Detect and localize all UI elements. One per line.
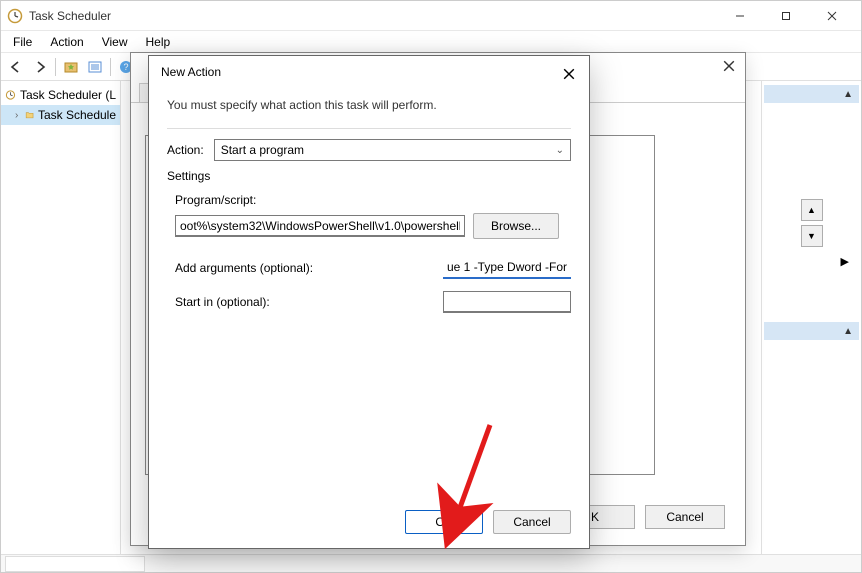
menu-file[interactable]: File: [5, 33, 40, 51]
play-icon: ▶: [841, 255, 849, 268]
tree-library[interactable]: › Task Schedule: [1, 105, 120, 125]
close-icon: [827, 11, 837, 21]
window-title: Task Scheduler: [29, 9, 717, 23]
folder-star-icon: [63, 59, 79, 75]
action-label: Action:: [167, 143, 204, 157]
close-icon: [563, 68, 575, 80]
program-input[interactable]: [175, 215, 465, 237]
chevron-down-icon: ⌄: [556, 145, 564, 156]
close-button[interactable]: [723, 59, 735, 75]
maximize-icon: [781, 11, 791, 21]
toolbar-separator: [55, 58, 56, 76]
menubar: File Action View Help: [1, 31, 861, 53]
new-action-dialog: New Action You must specify what action …: [148, 55, 590, 549]
chevron-up-icon: ▲: [843, 326, 853, 337]
actions-header-1[interactable]: ▲: [764, 85, 859, 103]
svg-text:?: ?: [123, 62, 128, 72]
arrow-left-icon: [8, 59, 24, 75]
settings-label: Settings: [167, 169, 571, 183]
close-icon: [723, 60, 735, 72]
list-icon: [87, 59, 103, 75]
actions-header-2[interactable]: ▲: [764, 322, 859, 340]
statusbar-cell: [5, 556, 145, 572]
menu-action[interactable]: Action: [42, 33, 91, 51]
start-in-input[interactable]: [443, 291, 571, 313]
back-button[interactable]: [5, 56, 27, 78]
tree-library-label: Task Schedule: [38, 108, 116, 122]
clock-icon: [7, 8, 23, 24]
folder-icon: [25, 107, 34, 123]
minimize-button[interactable]: [717, 1, 763, 31]
tree-root[interactable]: Task Scheduler (L: [1, 85, 120, 105]
move-down-button[interactable]: ▼: [801, 225, 823, 247]
arguments-label: Add arguments (optional):: [175, 261, 345, 275]
action-selected-text: Start a program: [221, 143, 304, 157]
close-button[interactable]: [809, 1, 855, 31]
browse-button[interactable]: Browse...: [473, 213, 559, 239]
list-button[interactable]: [84, 56, 106, 78]
arguments-input[interactable]: [443, 257, 571, 279]
statusbar: [1, 554, 861, 572]
start-in-label: Start in (optional):: [175, 295, 345, 309]
create-task-button[interactable]: [60, 56, 82, 78]
left-panel: Task Scheduler (L › Task Schedule: [1, 81, 121, 554]
menu-help[interactable]: Help: [138, 33, 179, 51]
arrow-right-icon: [32, 59, 48, 75]
ok-button[interactable]: OK: [405, 510, 483, 534]
chevron-right-icon: ›: [15, 110, 21, 121]
window-controls: [717, 1, 855, 31]
cancel-button[interactable]: Cancel: [645, 505, 725, 529]
minimize-icon: [735, 11, 745, 21]
divider: [167, 128, 571, 129]
instruction-text: You must specify what action this task w…: [167, 98, 571, 112]
tree-root-label: Task Scheduler (L: [20, 88, 116, 102]
menu-view[interactable]: View: [94, 33, 136, 51]
forward-button[interactable]: [29, 56, 51, 78]
maximize-button[interactable]: [763, 1, 809, 31]
next-arrow[interactable]: ▶: [764, 251, 859, 272]
titlebar: Task Scheduler: [1, 1, 861, 31]
cancel-button[interactable]: Cancel: [493, 510, 571, 534]
dialog-title: New Action: [149, 56, 589, 88]
close-button[interactable]: [559, 64, 579, 84]
program-label: Program/script:: [175, 193, 345, 207]
clock-icon: [5, 87, 16, 103]
toolbar-separator-2: [110, 58, 111, 76]
move-up-button[interactable]: ▲: [801, 199, 823, 221]
chevron-up-icon: ▲: [843, 89, 853, 100]
actions-panel: ▲ ▲ ▼ ▶ ▲: [761, 81, 861, 554]
action-select[interactable]: Start a program ⌄: [214, 139, 571, 161]
